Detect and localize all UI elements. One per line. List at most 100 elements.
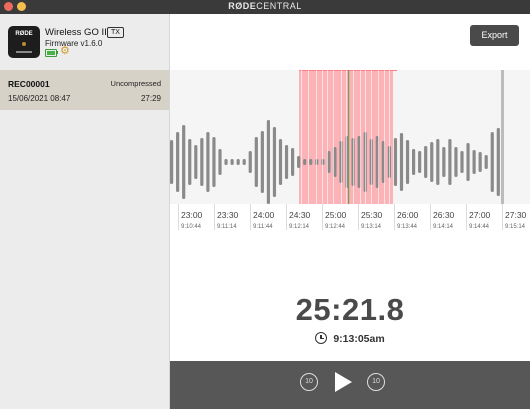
tick-time-label: 25:00 bbox=[325, 210, 347, 220]
waveform-bar bbox=[399, 133, 404, 191]
tick-clock-label: 9:15:14 bbox=[505, 224, 526, 230]
playhead bbox=[348, 70, 350, 204]
waveform-bar bbox=[424, 146, 428, 178]
tick-clock-label: 9:11:14 bbox=[217, 224, 237, 230]
clock-time-row: 9:13:05am bbox=[170, 332, 530, 345]
tick-clock-label: 9:10:44 bbox=[181, 224, 202, 230]
waveform-bar bbox=[194, 145, 198, 179]
device-logo-text: RØDE bbox=[15, 31, 33, 37]
waveform-bar bbox=[176, 132, 180, 192]
tick-line bbox=[286, 204, 287, 230]
tx-badge: TX bbox=[107, 27, 124, 38]
selection-stripe bbox=[378, 70, 379, 204]
waveform-bar bbox=[200, 138, 204, 186]
waveform-bar bbox=[230, 159, 234, 165]
waveform-bar bbox=[303, 159, 307, 165]
waveform-bar bbox=[291, 148, 295, 176]
selection-stripe bbox=[316, 70, 317, 204]
gear-icon[interactable]: ⚙ bbox=[60, 45, 70, 57]
waveform-bar bbox=[454, 147, 458, 177]
selection-stripe bbox=[371, 70, 372, 204]
waveform-bar bbox=[242, 159, 246, 165]
tick-clock-label: 9:12:44 bbox=[325, 224, 346, 230]
waveform-bar bbox=[278, 139, 283, 185]
clock-time: 9:13:05am bbox=[333, 333, 385, 345]
selection-stripe bbox=[301, 70, 302, 204]
waveform-bar bbox=[188, 139, 192, 185]
waveform-bar bbox=[436, 139, 440, 185]
waveform-bar bbox=[260, 131, 264, 193]
sidebar: RØDE Wireless GO II TX Firmware v1.6.0 ⚙… bbox=[0, 14, 170, 409]
export-button[interactable]: Export bbox=[470, 25, 519, 46]
tick-time-label: 26:00 bbox=[397, 210, 419, 220]
waveform-bar bbox=[496, 128, 500, 196]
tick-time-label: 24:30 bbox=[289, 210, 311, 220]
transport-bar: 10 10 bbox=[170, 361, 530, 409]
waveform-bar bbox=[284, 145, 289, 179]
selection-stripe bbox=[308, 70, 309, 204]
tick-line bbox=[322, 204, 323, 230]
waveform-bar bbox=[182, 125, 186, 199]
tick-clock-label: 9:13:14 bbox=[361, 224, 382, 230]
waveform-bar bbox=[490, 132, 494, 192]
tick-time-label: 26:30 bbox=[433, 210, 455, 220]
tick-clock-label: 9:13:44 bbox=[397, 224, 418, 230]
tick-clock-label: 9:11:44 bbox=[253, 224, 273, 230]
tick-line bbox=[430, 204, 431, 230]
tick-line bbox=[502, 204, 503, 230]
waveform-bar bbox=[484, 155, 488, 169]
device-image: RØDE bbox=[8, 26, 40, 58]
recording-name: REC00001 bbox=[8, 79, 50, 89]
tick-line bbox=[178, 204, 179, 230]
tick-time-label: 24:00 bbox=[253, 210, 275, 220]
tick-time-label: 23:00 bbox=[181, 210, 203, 220]
selection-stripe bbox=[341, 70, 342, 204]
waveform-bar bbox=[472, 150, 476, 174]
selection-stripe bbox=[389, 70, 390, 204]
selection-stripe bbox=[384, 70, 385, 204]
waveform-bar bbox=[430, 142, 434, 182]
waveform-bar bbox=[460, 151, 464, 173]
tick-line bbox=[358, 204, 359, 230]
tick-time-label: 25:30 bbox=[361, 210, 383, 220]
waveform-bar bbox=[466, 143, 470, 181]
app-title: RØDECENTRAL bbox=[228, 1, 302, 11]
tick-clock-label: 9:12:14 bbox=[289, 224, 310, 230]
recording-date: 15/06/2021 08:47 bbox=[8, 94, 71, 103]
clock-icon bbox=[315, 332, 328, 344]
waveform-timeline[interactable]: 23:00 9:10:44 23:30 9:11:14 24:00 9:11:44 24:3… bbox=[170, 70, 530, 260]
tick-clock-label: 9:14:14 bbox=[433, 224, 454, 230]
play-button[interactable] bbox=[335, 372, 352, 392]
waveform-bar bbox=[236, 159, 240, 165]
selection-stripe bbox=[327, 70, 328, 204]
tick-clock-label: 9:14:44 bbox=[469, 224, 490, 230]
tick-line bbox=[214, 204, 215, 230]
tick-line bbox=[394, 204, 395, 230]
tick-time-label: 27:30 bbox=[505, 210, 527, 220]
firmware-version: Firmware v1.6.0 bbox=[45, 39, 103, 48]
waveform-bar bbox=[272, 127, 277, 197]
skip-back-button[interactable]: 10 bbox=[300, 373, 318, 391]
tick-time-label: 23:30 bbox=[217, 210, 239, 220]
waveform-bar bbox=[478, 152, 482, 172]
waveform-bar bbox=[393, 138, 398, 186]
waveform-bar bbox=[212, 137, 216, 187]
waveform[interactable]: 23:00 9:10:44 23:30 9:11:14 24:00 9:11:44 24:3… bbox=[170, 70, 530, 260]
waveform-bar bbox=[224, 159, 228, 165]
waveform-bar bbox=[266, 120, 270, 204]
waveform-bar bbox=[448, 139, 452, 185]
waveform-bar bbox=[418, 151, 422, 173]
waveform-bar bbox=[206, 132, 210, 192]
title-bar: RØDECENTRAL bbox=[0, 0, 530, 14]
tick-line bbox=[250, 204, 251, 230]
selection-stripe bbox=[365, 70, 366, 204]
waveform-bar bbox=[248, 151, 252, 173]
playback-position: 25:21.8 bbox=[295, 292, 405, 327]
selection-stripe bbox=[353, 70, 354, 204]
skip-forward-button[interactable]: 10 bbox=[367, 373, 385, 391]
waveform-bar bbox=[321, 159, 325, 165]
device-card[interactable]: RØDE Wireless GO II TX Firmware v1.6.0 ⚙ bbox=[0, 14, 169, 70]
selection-stripe bbox=[360, 70, 361, 204]
waveform-bar bbox=[412, 149, 416, 175]
recording-list-item[interactable]: REC00001 Uncompressed 15/06/2021 08:47 2… bbox=[0, 70, 169, 110]
